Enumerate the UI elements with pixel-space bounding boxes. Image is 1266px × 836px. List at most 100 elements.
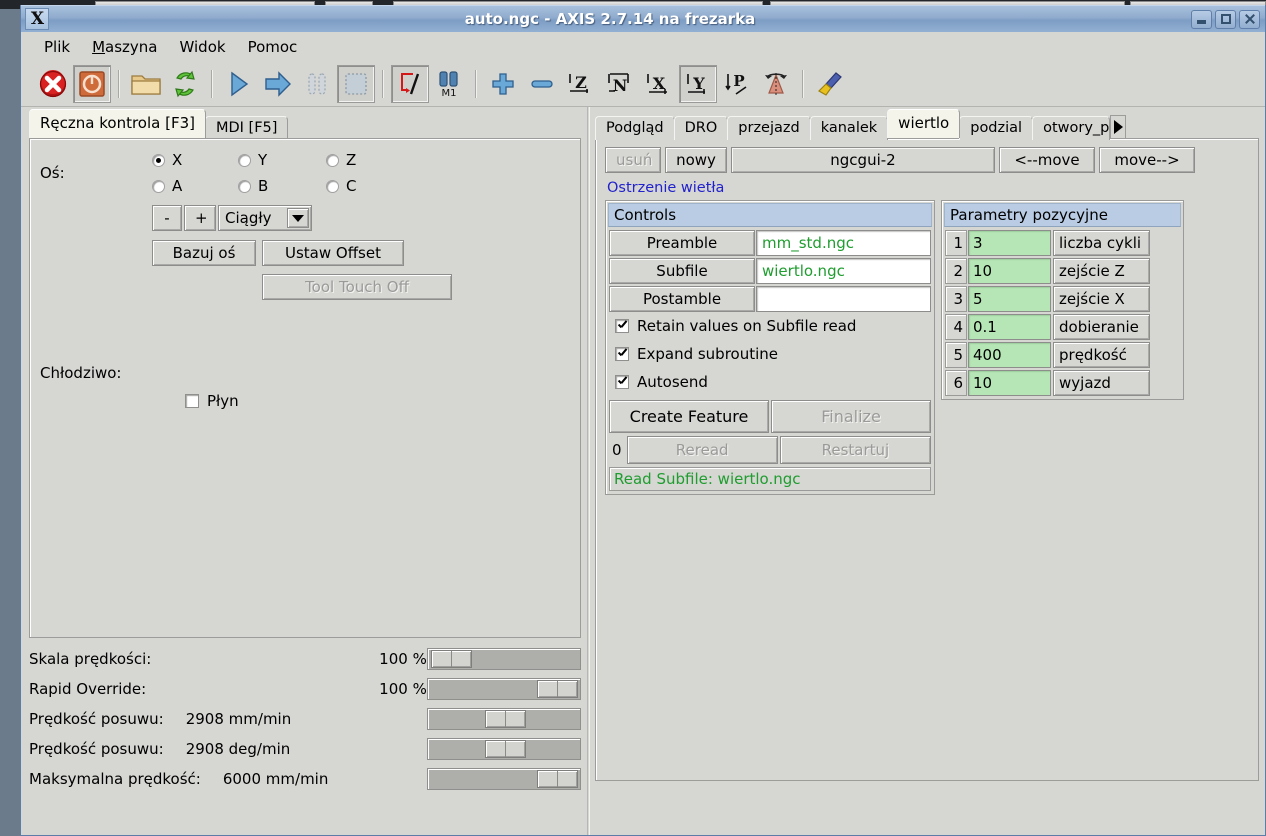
radio-axis-z[interactable]: Z — [326, 151, 414, 169]
minimize-button[interactable] — [1191, 9, 1212, 29]
menu-item-plik[interactable]: Plik — [35, 36, 79, 58]
view-p-icon[interactable]: P — [718, 65, 756, 103]
param-name-6[interactable]: wyjazd — [1053, 370, 1150, 396]
param-value-3[interactable]: 5 — [968, 286, 1051, 312]
home-axis-button[interactable]: Bazuj oś — [152, 240, 256, 266]
tab-scroll-right-icon[interactable] — [1110, 115, 1127, 139]
param-value-1[interactable]: 3 — [968, 230, 1051, 256]
param-name-3[interactable]: zejście X — [1053, 286, 1150, 312]
radio-x-label: X — [172, 151, 183, 169]
param-name-1[interactable]: liczba cykli — [1053, 230, 1150, 256]
param-value-6[interactable]: 10 — [968, 370, 1051, 396]
postamble-field[interactable] — [756, 286, 931, 312]
tab-kanalek[interactable]: kanalek — [809, 116, 889, 140]
autosend-checkbox[interactable] — [615, 375, 629, 389]
radio-c-indicator — [326, 179, 339, 193]
slider-skala-predkosci[interactable] — [426, 648, 581, 670]
slider-predkosc-posuwu-mm[interactable] — [426, 708, 581, 730]
radio-z-indicator — [326, 153, 339, 167]
view-z2-icon[interactable]: N — [601, 65, 639, 103]
subfile-field[interactable]: wiertlo.ngc — [756, 258, 931, 284]
radio-a-indicator — [152, 179, 165, 193]
tool-touch-off-button: Tool Touch Off — [262, 274, 452, 300]
tab-podglad[interactable]: Podgląd — [595, 116, 675, 140]
expand-subroutine-checkbox-row[interactable]: Expand subroutine — [609, 340, 931, 368]
clear-plot-icon[interactable] — [811, 65, 849, 103]
coolant-flood-checkbox[interactable] — [185, 394, 199, 408]
tab-otwory-po[interactable]: otwory_po — [1032, 116, 1111, 140]
pause-icon[interactable] — [298, 65, 336, 103]
retain-values-label: Retain values on Subfile read — [637, 317, 857, 335]
chevron-down-icon[interactable] — [287, 208, 309, 228]
zoom-out-icon[interactable] — [523, 65, 561, 103]
tab-dro[interactable]: DRO — [673, 116, 729, 140]
move-right-button[interactable]: move--> — [1099, 147, 1195, 173]
move-left-button[interactable]: <--move — [999, 147, 1095, 173]
power-icon[interactable] — [73, 64, 111, 103]
radio-axis-c[interactable]: C — [326, 177, 414, 195]
tab-wiertlo[interactable]: wiertlo — [887, 109, 961, 138]
jog-minus-button[interactable]: - — [152, 205, 182, 231]
radio-axis-b[interactable]: B — [238, 177, 326, 195]
open-folder-icon[interactable] — [127, 65, 165, 103]
reload-icon[interactable] — [166, 65, 204, 103]
radio-axis-y[interactable]: Y — [238, 151, 326, 169]
estop-icon[interactable] — [34, 65, 72, 103]
run-icon[interactable] — [220, 65, 258, 103]
tab-przejazd[interactable]: przejazd — [727, 116, 811, 140]
view-rotate-icon[interactable] — [757, 65, 795, 103]
svg-text:P: P — [733, 72, 744, 90]
stop-icon[interactable] — [337, 64, 375, 103]
slider-rapid-override[interactable] — [426, 678, 581, 700]
view-y-icon[interactable]: Y — [679, 64, 717, 103]
menu-item-pomoc[interactable]: Pomoc — [239, 36, 307, 58]
slider-maksymalna-predkosc[interactable] — [426, 768, 581, 790]
set-offset-button[interactable]: Ustaw Offset — [262, 240, 404, 266]
menu-item-maszyna-rest: aszyna — [105, 37, 158, 56]
retain-values-checkbox[interactable] — [615, 319, 629, 333]
param-value-5[interactable]: 400 — [968, 342, 1051, 368]
skip-lines-icon[interactable] — [391, 64, 429, 103]
table-row: 6 10 wyjazd — [945, 370, 1180, 396]
tool-bar: M1 Z N X Y P — [21, 61, 1265, 107]
new-button[interactable]: nowy — [665, 147, 727, 173]
tab-podzial[interactable]: podzial — [959, 116, 1034, 140]
param-value-4[interactable]: 0.1 — [968, 314, 1051, 340]
jog-mode-combobox[interactable]: Ciągły — [218, 205, 312, 231]
pane-splitter[interactable] — [581, 107, 595, 835]
zoom-in-icon[interactable] — [484, 65, 522, 103]
retain-values-checkbox-row[interactable]: Retain values on Subfile read — [609, 312, 931, 340]
param-name-4[interactable]: dobieranie — [1053, 314, 1150, 340]
view-z-icon[interactable]: Z — [562, 65, 600, 103]
radio-axis-a[interactable]: A — [152, 177, 238, 195]
param-name-2[interactable]: zejście Z — [1053, 258, 1150, 284]
step-icon[interactable] — [259, 65, 297, 103]
autosend-checkbox-row[interactable]: Autosend — [609, 368, 931, 396]
radio-y-label: Y — [258, 151, 268, 169]
tab-mdi[interactable]: MDI [F5] — [204, 116, 289, 140]
optional-stop-icon[interactable]: M1 — [430, 65, 468, 103]
param-name-5[interactable]: prędkość — [1053, 342, 1150, 368]
param-value-2[interactable]: 10 — [968, 258, 1051, 284]
preamble-field[interactable]: mm_std.ngc — [756, 230, 931, 256]
jog-plus-button[interactable]: + — [184, 205, 216, 231]
view-x-icon[interactable]: X — [640, 65, 678, 103]
postamble-button[interactable]: Postamble — [609, 286, 755, 312]
table-row: 1 3 liczba cykli — [945, 230, 1180, 256]
expand-subroutine-checkbox[interactable] — [615, 347, 629, 361]
menu-item-widok[interactable]: Widok — [171, 36, 235, 58]
preamble-button[interactable]: Preamble — [609, 230, 755, 256]
menu-item-maszyna[interactable]: Maszyna — [83, 36, 166, 58]
slider-predkosc-posuwu-deg[interactable] — [426, 738, 581, 760]
radio-axis-x[interactable]: X — [152, 151, 238, 169]
tab-reczna-kontrola[interactable]: Ręczna kontrola [F3] — [29, 109, 206, 138]
axis-label: Oś: — [40, 164, 65, 182]
slider-label-1: Rapid Override: — [29, 680, 147, 698]
subfile-button[interactable]: Subfile — [609, 258, 755, 284]
controls-header: Controls — [608, 203, 932, 227]
page-name-field[interactable]: ngcgui-2 — [731, 147, 995, 173]
maximize-button[interactable] — [1215, 9, 1236, 29]
create-feature-button[interactable]: Create Feature — [609, 400, 769, 433]
close-button[interactable] — [1239, 9, 1260, 29]
controls-box: Controls Preamble mm_std.ngc Subfile wie… — [605, 200, 935, 495]
